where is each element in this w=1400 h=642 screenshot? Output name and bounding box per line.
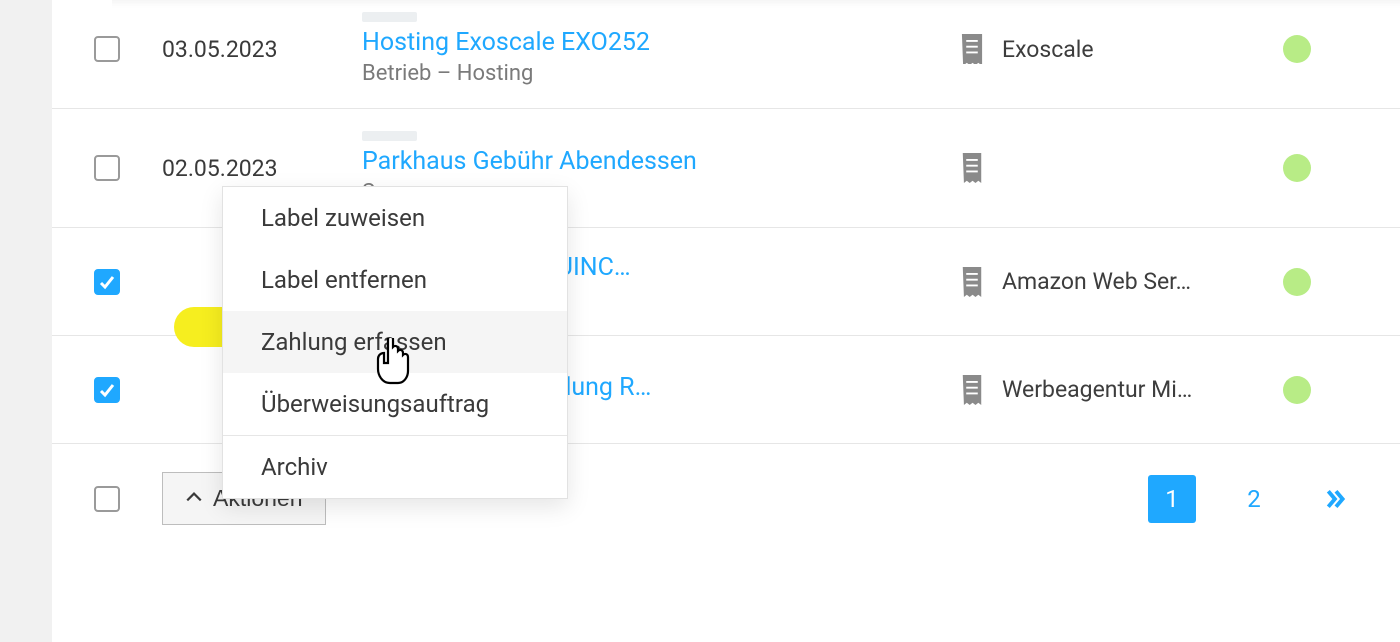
menu-item-label-entfernen[interactable]: Label entfernen bbox=[223, 249, 567, 311]
receipt-icon bbox=[942, 153, 1002, 183]
page-next-button[interactable] bbox=[1312, 475, 1360, 523]
receipt-icon bbox=[942, 267, 1002, 297]
row-title-cell: Hosting Exoscale EXO252 Betrieb – Hostin… bbox=[362, 12, 942, 86]
row-date: 02.05.2023 bbox=[162, 155, 362, 182]
row-title-link[interactable]: Parkhaus Gebühr Abendessen bbox=[362, 147, 922, 176]
placeholder-bar bbox=[362, 12, 417, 22]
row-vendor: Werbeagentur Mi… bbox=[1002, 376, 1262, 403]
page-1-button[interactable]: 1 bbox=[1148, 475, 1196, 523]
menu-item-archiv[interactable]: Archiv bbox=[223, 436, 567, 498]
table-row: 03.05.2023 Hosting Exoscale EXO252 Betri… bbox=[52, 0, 1400, 109]
status-dot-icon bbox=[1283, 154, 1311, 182]
receipt-icon bbox=[942, 375, 1002, 405]
chevron-up-icon bbox=[185, 485, 203, 512]
row-checkbox[interactable] bbox=[94, 269, 120, 295]
row-vendor: Exoscale bbox=[1002, 36, 1262, 63]
row-title-link[interactable]: Hosting Exoscale EXO252 bbox=[362, 28, 922, 57]
row-checkbox[interactable] bbox=[94, 155, 120, 181]
select-all-checkbox[interactable] bbox=[94, 486, 120, 512]
row-checkbox[interactable] bbox=[94, 36, 120, 62]
row-checkbox[interactable] bbox=[94, 377, 120, 403]
status-dot-icon bbox=[1283, 35, 1311, 63]
row-subtitle: Betrieb – Hosting bbox=[362, 61, 922, 86]
status-dot-icon bbox=[1283, 376, 1311, 404]
row-vendor: Amazon Web Ser… bbox=[1002, 268, 1262, 295]
menu-item-label-zuweisen[interactable]: Label zuweisen bbox=[223, 187, 567, 249]
row-date: 03.05.2023 bbox=[162, 36, 362, 63]
page-2-button[interactable]: 2 bbox=[1230, 475, 1278, 523]
cursor-pointer-icon bbox=[374, 338, 414, 396]
placeholder-bar bbox=[362, 131, 417, 141]
pagination: 1 2 bbox=[1148, 475, 1360, 523]
status-dot-icon bbox=[1283, 268, 1311, 296]
receipt-icon bbox=[942, 34, 1002, 64]
left-gutter bbox=[0, 0, 52, 642]
